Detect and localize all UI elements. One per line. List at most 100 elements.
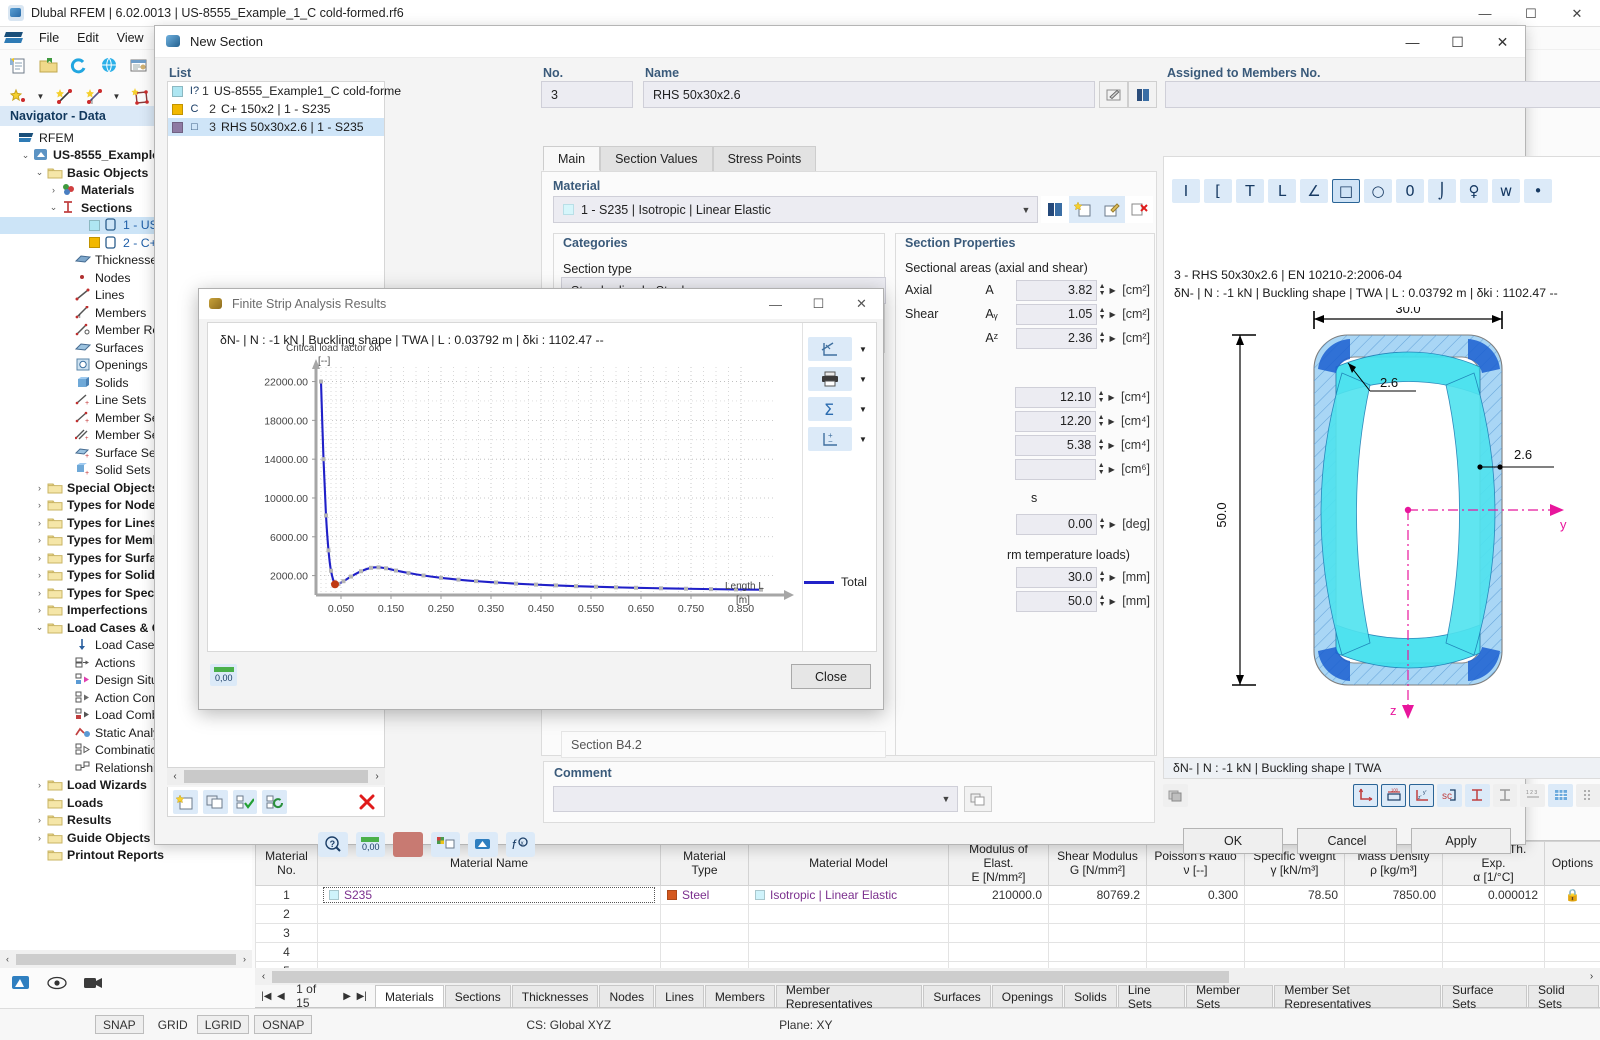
cell-material-name[interactable]: S235 <box>318 886 661 905</box>
show-grid-icon[interactable] <box>1548 784 1573 807</box>
status-osnap-toggle[interactable]: OSNAP <box>254 1015 312 1034</box>
cell-material-type[interactable] <box>661 924 749 943</box>
tree-collapsed-chevron-icon[interactable]: › <box>32 605 47 615</box>
table-scroll-track[interactable] <box>272 970 1583 984</box>
comment-library-icon[interactable] <box>964 786 992 812</box>
cell-mass-density[interactable] <box>1345 943 1443 962</box>
show-shear-center-icon[interactable]: sc <box>1437 784 1462 807</box>
status-snap-toggle[interactable]: SNAP <box>95 1015 144 1034</box>
fsa-minimize-button[interactable]: — <box>754 289 797 319</box>
main-maximize-button[interactable]: ☐ <box>1508 0 1554 27</box>
delete-section-icon[interactable] <box>354 790 379 814</box>
cell-poissons-ratio[interactable] <box>1147 924 1245 943</box>
cell-coeff-thermal-expansion[interactable] <box>1443 905 1545 924</box>
data-tab-surfaces[interactable]: Surfaces <box>923 985 990 1007</box>
data-tab-surface-sets[interactable]: Surface Sets <box>1442 985 1527 1007</box>
section-shape-buttons[interactable]: I[TL∠□○0⌡♀w• <box>1172 179 1556 203</box>
property-value-input[interactable]: 5.38 <box>1015 435 1096 456</box>
tree-expanded-chevron-icon[interactable]: ⌄ <box>32 622 47 633</box>
chart-print-icon[interactable] <box>808 367 852 391</box>
tree-collapsed-chevron-icon[interactable]: › <box>32 815 47 825</box>
property-spinner-icon[interactable]: ▲▼ <box>1097 567 1107 588</box>
property-value-input[interactable]: 12.20 <box>1015 411 1096 432</box>
data-tab-members[interactable]: Members <box>705 985 775 1007</box>
chart-display-options-dropdown-icon[interactable]: ▼ <box>856 337 870 361</box>
tree-collapsed-chevron-icon[interactable]: › <box>32 553 47 563</box>
pager-prev-icon[interactable]: ◀ <box>274 991 289 1002</box>
property-detail-icon[interactable]: ▶ <box>1107 573 1118 582</box>
shape-button-1[interactable]: [ <box>1204 179 1232 203</box>
cell-material-model[interactable]: Isotropic | Linear Elastic <box>749 886 949 905</box>
property-detail-icon[interactable]: ▶ <box>1107 520 1118 529</box>
refresh-selection-icon[interactable] <box>262 790 287 814</box>
fsa-maximize-button[interactable]: ☐ <box>797 289 840 319</box>
data-tab-materials[interactable]: Materials <box>375 985 444 1007</box>
materials-column-header[interactable]: Modulus of Elast.E [N/mm²] <box>949 842 1049 886</box>
property-spinner-icon[interactable]: ▲▼ <box>1096 459 1106 480</box>
tree-collapsed-chevron-icon[interactable]: › <box>32 588 47 598</box>
camera-icon[interactable] <box>78 971 108 995</box>
preview-status-bar[interactable]: δN- | N : -1 kN | Buckling shape | TWA ▼ <box>1163 757 1600 779</box>
copy-section-icon[interactable] <box>203 790 228 814</box>
assigned-members-input[interactable] <box>1165 81 1600 108</box>
view-section-icon[interactable] <box>468 832 498 857</box>
select-all-icon[interactable] <box>233 790 258 814</box>
tree-collapsed-chevron-icon[interactable]: › <box>46 185 61 195</box>
show-section-outline-icon[interactable] <box>1493 784 1518 807</box>
section-b42-field[interactable]: Section B4.2 <box>561 731 886 758</box>
cell-poissons-ratio[interactable]: 0.300 <box>1147 886 1245 905</box>
tree-collapsed-chevron-icon[interactable]: › <box>32 500 47 510</box>
data-tab-line-sets[interactable]: Line Sets <box>1118 985 1185 1007</box>
cell-coeff-thermal-expansion[interactable] <box>1443 924 1545 943</box>
new-section-minimize-button[interactable]: — <box>1390 26 1435 58</box>
cell-material-no[interactable]: 4 <box>256 943 318 962</box>
report-icon[interactable] <box>124 53 152 79</box>
fsa-units-icon[interactable]: 0,00 <box>210 664 237 686</box>
navigator-hscrollbar[interactable]: ‹ › <box>0 950 252 968</box>
shape-button-6[interactable]: ○ <box>1364 179 1392 203</box>
property-value-input[interactable]: 30.0 <box>1016 567 1098 588</box>
data-tab-member-set-representatives[interactable]: Member Set Representatives <box>1274 985 1441 1007</box>
cell-material-type[interactable]: Steel <box>661 886 749 905</box>
cell-modulus-elasticity[interactable] <box>949 905 1049 924</box>
cell-options[interactable]: 🔒 <box>1545 886 1600 905</box>
tree-collapsed-chevron-icon[interactable]: › <box>32 780 47 790</box>
cell-material-no[interactable]: 2 <box>256 905 318 924</box>
section-list-scroll-left-icon[interactable]: ‹ <box>167 771 183 782</box>
show-stress-points-icon[interactable] <box>1465 784 1490 807</box>
chart-sum-dropdown-icon[interactable]: ▼ <box>856 397 870 421</box>
pager-first-icon[interactable]: |◀ <box>259 991 274 1002</box>
tree-expanded-chevron-icon[interactable]: ⌄ <box>18 150 33 161</box>
data-tab-lines[interactable]: Lines <box>655 985 704 1007</box>
property-detail-icon[interactable]: ▶ <box>1107 286 1118 295</box>
property-detail-icon[interactable]: ▶ <box>1106 417 1117 426</box>
cell-specific-weight[interactable] <box>1245 943 1345 962</box>
section-list-scroll-thumb[interactable] <box>184 770 368 783</box>
cell-material-name[interactable] <box>318 905 661 924</box>
cell-modulus-elasticity[interactable]: 210000.0 <box>949 886 1049 905</box>
show-point-numbers-icon[interactable]: 1 2 3 <box>1520 784 1545 807</box>
cell-modulus-elasticity[interactable] <box>949 943 1049 962</box>
cell-options[interactable] <box>1545 943 1600 962</box>
navigator-item-printout-reports[interactable]: Printout Reports <box>0 847 252 865</box>
material-select[interactable]: 1 - S235 | Isotropic | Linear Elastic ▼ <box>553 196 1038 223</box>
main-close-button[interactable]: ✕ <box>1554 0 1600 27</box>
property-value-input[interactable]: 3.82 <box>1016 280 1098 301</box>
property-detail-icon[interactable]: ▶ <box>1106 465 1117 474</box>
navigator-scroll-right-icon[interactable]: › <box>237 954 252 964</box>
cell-shear-modulus[interactable]: 80769.2 <box>1049 886 1147 905</box>
delete-material-icon[interactable] <box>1125 196 1153 223</box>
materials-table-row[interactable]: 2 <box>256 905 1600 924</box>
new-model-icon[interactable] <box>4 53 32 79</box>
cell-shear-modulus[interactable] <box>1049 924 1147 943</box>
navigator-scroll-left-icon[interactable]: ‹ <box>0 954 15 964</box>
cell-shear-modulus[interactable] <box>1049 943 1147 962</box>
cell-mass-density[interactable] <box>1345 924 1443 943</box>
table-pager[interactable]: |◀ ◀ 1 of 15 ▶ ▶| <box>259 985 369 1007</box>
data-tab-solid-sets[interactable]: Solid Sets <box>1528 985 1599 1007</box>
table-scroll-thumb[interactable] <box>272 971 1229 983</box>
materials-column-header[interactable]: MaterialType <box>661 842 749 886</box>
name-library-icon[interactable] <box>1128 81 1157 108</box>
cell-material-model[interactable] <box>749 905 949 924</box>
cell-coeff-thermal-expansion[interactable]: 0.000012 <box>1443 886 1545 905</box>
